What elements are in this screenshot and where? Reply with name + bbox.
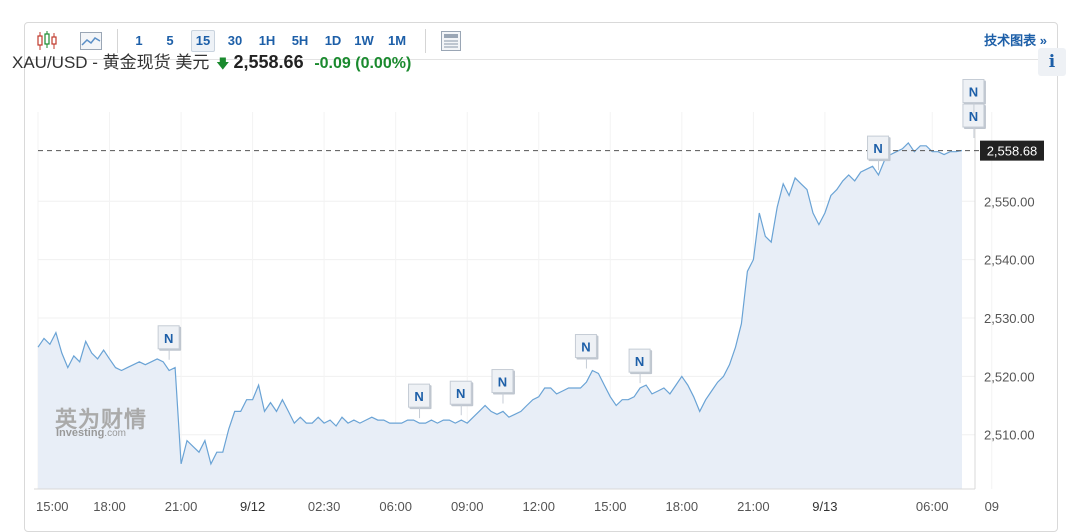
x-tick-label: 21:00 bbox=[737, 499, 770, 514]
price-area bbox=[38, 142, 962, 489]
news-marker-label: N bbox=[164, 331, 173, 346]
x-tick-label: 02:30 bbox=[308, 499, 341, 514]
watermark-text: Investing.com bbox=[56, 427, 126, 439]
price-change: -0.09 (0.00%) bbox=[314, 55, 412, 72]
watermark-brand: Investing bbox=[56, 427, 105, 439]
news-marker-label: N bbox=[635, 354, 644, 369]
x-tick-label: 06:00 bbox=[916, 499, 949, 514]
news-marker[interactable]: N bbox=[628, 348, 653, 384]
news-marker-label: N bbox=[873, 141, 882, 156]
x-tick-label: 15:00 bbox=[594, 499, 627, 514]
news-marker[interactable]: N bbox=[574, 334, 599, 369]
symbol-name: XAU/USD - 黄金现货 美元 bbox=[12, 53, 210, 72]
watermark-suffix: .com bbox=[104, 428, 126, 439]
news-marker[interactable]: N bbox=[491, 369, 515, 404]
y-tick-label: 2,520.00 bbox=[984, 369, 1035, 384]
last-price-value: 2,558.68 bbox=[987, 144, 1038, 159]
x-tick-label: 09:00 bbox=[451, 499, 484, 514]
x-tick-label: 09 bbox=[985, 499, 999, 514]
last-price: 2,558.66 bbox=[233, 52, 304, 72]
y-tick-label: 2,550.00 bbox=[984, 194, 1035, 209]
news-marker-label: N bbox=[581, 340, 590, 355]
x-tick-label: 18:00 bbox=[666, 499, 699, 514]
x-tick-label: 21:00 bbox=[165, 499, 198, 514]
news-marker[interactable]: N bbox=[157, 325, 182, 360]
news-marker-label: N bbox=[414, 389, 423, 404]
info-button[interactable]: i bbox=[1038, 48, 1066, 76]
news-marker[interactable]: N bbox=[449, 380, 474, 416]
down-arrow-icon: 🡇 bbox=[216, 56, 230, 71]
news-marker-label: N bbox=[969, 85, 978, 100]
news-marker[interactable]: N bbox=[408, 383, 432, 419]
y-tick-label: 2,530.00 bbox=[984, 311, 1035, 326]
news-marker-label: N bbox=[498, 375, 507, 390]
x-tick-label: 9/12 bbox=[240, 499, 265, 514]
y-tick-label: 2,510.00 bbox=[984, 428, 1035, 443]
x-tick-label: 15:00 bbox=[36, 499, 69, 514]
y-tick-label: 2,540.00 bbox=[984, 253, 1035, 268]
x-tick-label: 18:00 bbox=[93, 499, 126, 514]
x-tick-label: 9/13 bbox=[812, 499, 837, 514]
news-marker-label: N bbox=[456, 386, 465, 401]
x-tick-label: 12:00 bbox=[522, 499, 555, 514]
price-chart: 2,510.00 2,520.00 2,530.00 2,540.00 2,550.00… bbox=[34, 79, 1044, 514]
quote-header: XAU/USD - 黄金现货 美元 🡇 2,558.66 -0.09 (0.00%… bbox=[12, 48, 411, 77]
x-tick-label: 06:00 bbox=[379, 499, 412, 514]
